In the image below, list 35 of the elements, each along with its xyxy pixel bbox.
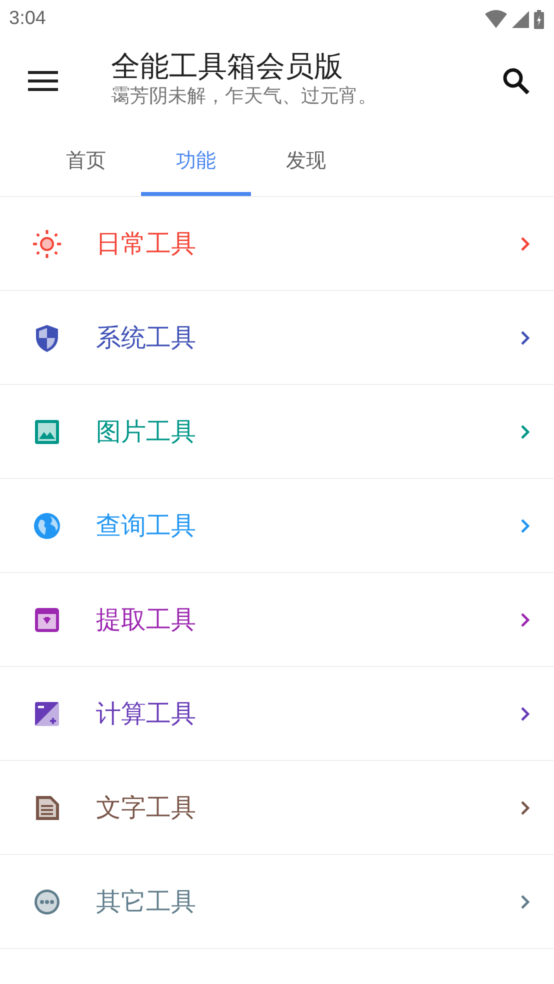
tab[interactable]: 首页 <box>31 124 141 196</box>
category-label: 图片工具 <box>96 416 197 448</box>
category-row[interactable]: 其它工具 <box>0 855 554 949</box>
status-time: 3:04 <box>9 8 46 30</box>
menu-icon[interactable] <box>28 71 58 91</box>
category-label: 查询工具 <box>96 510 197 542</box>
category-label: 提取工具 <box>96 604 197 636</box>
category-label: 其它工具 <box>96 886 197 918</box>
chevron-icon <box>520 518 530 534</box>
chevron-icon <box>520 706 530 722</box>
category-row[interactable]: 查询工具 <box>0 479 554 573</box>
category-row[interactable]: 文字工具 <box>0 761 554 855</box>
tab[interactable]: 发现 <box>251 124 361 196</box>
chevron-icon <box>520 894 530 910</box>
signal-icon <box>512 10 529 28</box>
search-icon[interactable] <box>502 67 530 95</box>
app-title: 全能工具箱会员版 <box>111 48 344 85</box>
category-row[interactable]: 系统工具 <box>0 291 554 385</box>
category-label: 系统工具 <box>96 322 197 354</box>
category-row[interactable]: 提取工具 <box>0 573 554 667</box>
chevron-icon <box>520 236 530 252</box>
category-row[interactable]: 图片工具 <box>0 385 554 479</box>
category-row[interactable]: 日常工具 <box>0 197 554 291</box>
chevron-icon <box>520 424 530 440</box>
tab[interactable]: 功能 <box>141 124 251 196</box>
category-label: 计算工具 <box>96 698 197 730</box>
wifi-icon <box>485 10 507 28</box>
battery-icon <box>534 10 544 28</box>
app-subtitle: 霭芳阴未解，乍天气、过元宵。 <box>111 84 378 108</box>
chevron-icon <box>520 800 530 816</box>
category-label: 文字工具 <box>96 792 197 824</box>
chevron-icon <box>520 330 530 346</box>
category-row[interactable]: 计算工具 <box>0 667 554 761</box>
chevron-icon <box>520 612 530 628</box>
category-label: 日常工具 <box>96 228 197 260</box>
